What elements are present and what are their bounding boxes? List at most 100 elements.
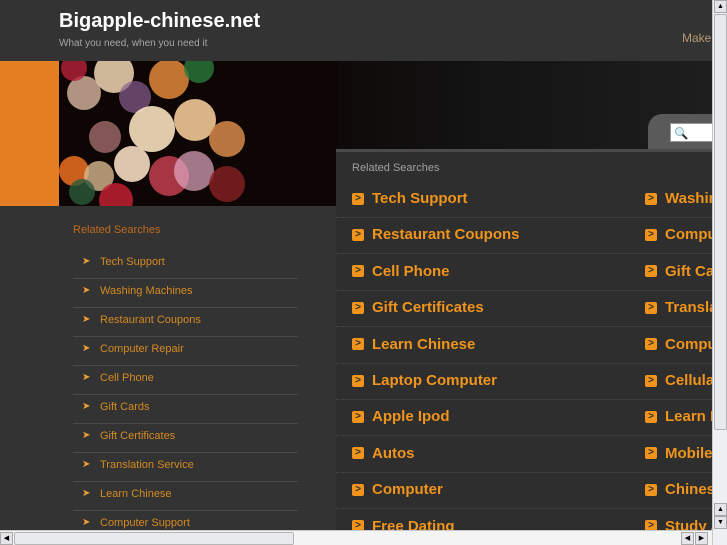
result-label: Cell Phone <box>372 262 450 280</box>
result-link[interactable]: > Gift Car <box>645 263 712 280</box>
sidebar-item-label: Cell Phone <box>100 372 154 384</box>
result-label: Washin <box>665 190 712 207</box>
inner-scroll-left-button[interactable]: ◀ <box>681 532 694 545</box>
related-searches-panel: Related Searches > Tech Support > Washin > Re… <box>336 149 712 530</box>
scroll-up-button[interactable]: ▲ <box>714 0 727 13</box>
inner-scroll-up-button[interactable]: ▲ <box>714 503 727 516</box>
pointer-arrow-icon: ➤ <box>82 488 91 499</box>
sidebar-item-label: Computer Repair <box>100 343 184 355</box>
sidebar-item-label: Computer Support <box>100 517 190 529</box>
sidebar-item[interactable]: ➤ Restaurant Coupons <box>73 308 298 337</box>
chevron-right-icon: > <box>352 447 364 460</box>
result-label: Mobile <box>665 444 712 462</box>
result-label: Learn E <box>665 408 712 426</box>
result-link[interactable]: > Apple Ipod <box>352 408 450 425</box>
sidebar-item-label: Gift Certificates <box>100 430 176 442</box>
chevron-right-icon: > <box>645 265 657 278</box>
result-row: > Laptop Computer > Cellular <box>336 364 712 400</box>
sidebar-item[interactable]: ➤ Computer Support <box>73 511 298 530</box>
result-label: Learn Chinese <box>372 335 476 353</box>
sidebar-item[interactable]: ➤ Gift Certificates <box>73 424 298 453</box>
sidebar-item[interactable]: ➤ Washing Machines <box>73 279 298 308</box>
pointer-arrow-icon: ➤ <box>82 285 91 296</box>
result-link[interactable]: > Laptop Computer <box>352 372 497 389</box>
sidebar-item[interactable]: ➤ Learn Chinese <box>73 482 298 511</box>
result-row: > Autos > Mobile <box>336 437 712 473</box>
sidebar-item[interactable]: ➤ Computer Repair <box>73 337 298 366</box>
result-link[interactable]: > Cellular <box>645 372 712 389</box>
result-row: > Computer > Chines <box>336 473 712 510</box>
result-row: > Free Dating > Study A <box>336 510 712 530</box>
chevron-right-icon: > <box>645 228 657 241</box>
result-row: > Gift Certificates > Transla <box>336 291 712 328</box>
chevron-right-icon: > <box>352 520 364 530</box>
result-label: Laptop Computer <box>372 372 497 389</box>
result-row: > Tech Support > Washin <box>336 182 712 218</box>
make-homepage-link[interactable]: Make <box>682 31 711 45</box>
result-label: Restaurant Coupons <box>372 226 520 244</box>
result-link[interactable]: > Compu <box>645 336 712 353</box>
result-link[interactable]: > Learn E <box>645 408 712 425</box>
result-label: Study A <box>665 517 712 530</box>
result-link[interactable]: > Restaurant Coupons <box>352 226 520 243</box>
result-link[interactable]: > Learn Chinese <box>352 336 475 353</box>
sidebar-item-label: Gift Cards <box>100 401 150 413</box>
result-label: Autos <box>372 444 415 462</box>
result-label: Compu <box>665 335 712 353</box>
site-tagline: What you need, when you need it <box>59 38 208 49</box>
pointer-arrow-icon: ➤ <box>82 430 91 441</box>
result-label: Gift Car <box>665 262 712 280</box>
chevron-right-icon: > <box>645 520 657 530</box>
result-link[interactable]: > Chines <box>645 481 712 498</box>
horizontal-scrollbar[interactable]: ◀ ◀ ▶ <box>0 530 712 545</box>
scroll-right-button[interactable]: ▶ <box>695 532 708 545</box>
vertical-scroll-thumb[interactable] <box>714 14 727 430</box>
sidebar-item-label: Restaurant Coupons <box>100 314 201 326</box>
result-link[interactable]: > Autos <box>352 445 415 462</box>
result-link[interactable]: > Compu <box>645 226 712 243</box>
sidebar-item[interactable]: ➤ Cell Phone <box>73 366 298 395</box>
sidebar-item-label: Learn Chinese <box>100 488 172 500</box>
panel-title: Related Searches <box>352 162 440 174</box>
chevron-right-icon: > <box>352 228 364 241</box>
result-label: Transla <box>665 299 712 317</box>
result-label: Gift Certificates <box>372 299 484 317</box>
vertical-scrollbar[interactable]: ▲ ▲ ▼ <box>712 0 727 545</box>
result-row: > Learn Chinese > Compu <box>336 328 712 364</box>
sidebar-item[interactable]: ➤ Translation Service <box>73 453 298 482</box>
scroll-left-button[interactable]: ◀ <box>0 532 13 545</box>
pointer-arrow-icon: ➤ <box>82 256 91 267</box>
result-label: Cellular <box>665 372 712 389</box>
chevron-right-icon: > <box>645 374 657 387</box>
pointer-arrow-icon: ➤ <box>82 459 91 470</box>
result-link[interactable]: > Gift Certificates <box>352 299 484 316</box>
search-input[interactable] <box>670 123 712 142</box>
sidebar-list: ➤ Tech Support ➤ Washing Machines ➤ Restauran… <box>73 250 298 530</box>
result-link[interactable]: > Study A <box>645 518 712 530</box>
chevron-right-icon: > <box>352 338 364 351</box>
result-link[interactable]: > Cell Phone <box>352 263 450 280</box>
result-link[interactable]: > Computer <box>352 481 443 498</box>
result-link[interactable]: > Tech Support <box>352 190 468 207</box>
pointer-arrow-icon: ➤ <box>82 343 91 354</box>
result-link[interactable]: > Washin <box>645 190 712 207</box>
horizontal-scroll-thumb[interactable] <box>14 532 294 545</box>
sidebar-item[interactable]: ➤ Gift Cards <box>73 395 298 424</box>
pointer-arrow-icon: ➤ <box>82 372 91 383</box>
sidebar: Related Searches ➤ Tech Support ➤ Washing M… <box>73 224 298 530</box>
bokeh-lights-image <box>59 61 339 206</box>
site-header: Bigapple-chinese.net What you need, when… <box>0 0 712 61</box>
result-link[interactable]: > Mobile <box>645 445 712 462</box>
sidebar-item[interactable]: ➤ Tech Support <box>73 250 298 279</box>
page: Bigapple-chinese.net What you need, when… <box>0 0 712 530</box>
result-link[interactable]: > Transla <box>645 299 712 316</box>
chevron-right-icon: > <box>645 192 657 205</box>
result-link[interactable]: > Free Dating <box>352 518 455 530</box>
site-title[interactable]: Bigapple-chinese.net <box>59 10 260 33</box>
result-label: Computer <box>372 481 443 499</box>
chevron-right-icon: > <box>645 338 657 351</box>
scroll-down-button[interactable]: ▼ <box>714 516 727 529</box>
pointer-arrow-icon: ➤ <box>82 314 91 325</box>
sidebar-item-label: Washing Machines <box>100 285 193 297</box>
chevron-right-icon: > <box>352 301 364 314</box>
